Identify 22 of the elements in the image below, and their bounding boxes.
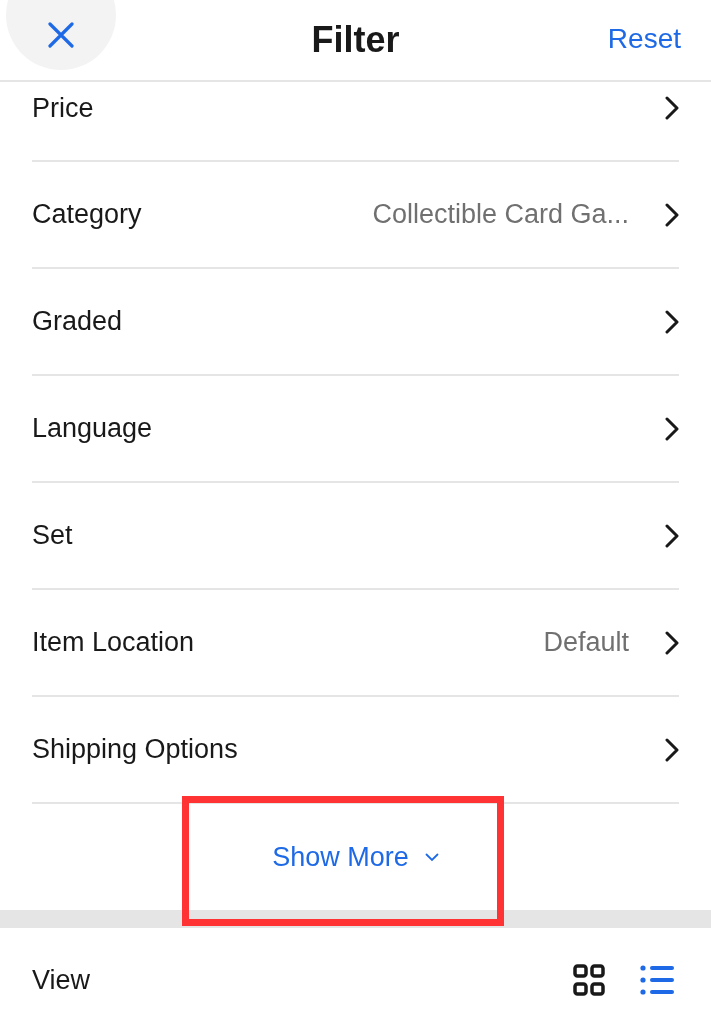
filter-row[interactable]: Price — [32, 82, 679, 162]
page-title: Filter — [311, 18, 400, 62]
filter-row[interactable]: Language — [32, 376, 679, 483]
filter-row[interactable]: Shipping Options — [32, 697, 679, 804]
chevron-right-icon — [665, 202, 679, 227]
chevron-down-icon — [424, 852, 439, 862]
chevron-right-icon — [665, 523, 679, 548]
filter-row[interactable]: Graded — [32, 269, 679, 376]
reset-button[interactable]: Reset — [607, 18, 681, 60]
grid-icon — [573, 964, 605, 996]
view-label: View — [32, 963, 91, 997]
chevron-right-icon — [665, 96, 679, 120]
filter-row[interactable]: Category Collectible Card Ga... — [32, 162, 679, 269]
close-icon — [48, 21, 74, 48]
chevron-right-icon — [665, 309, 679, 334]
filter-row[interactable]: Item Location Default — [32, 590, 679, 697]
filter-row[interactable]: Set — [32, 483, 679, 590]
show-more-button[interactable]: Show More — [272, 836, 439, 878]
list-icon — [640, 965, 674, 995]
chevron-right-icon — [665, 630, 679, 655]
chevron-right-icon — [665, 416, 679, 441]
chevron-right-icon — [665, 737, 679, 762]
